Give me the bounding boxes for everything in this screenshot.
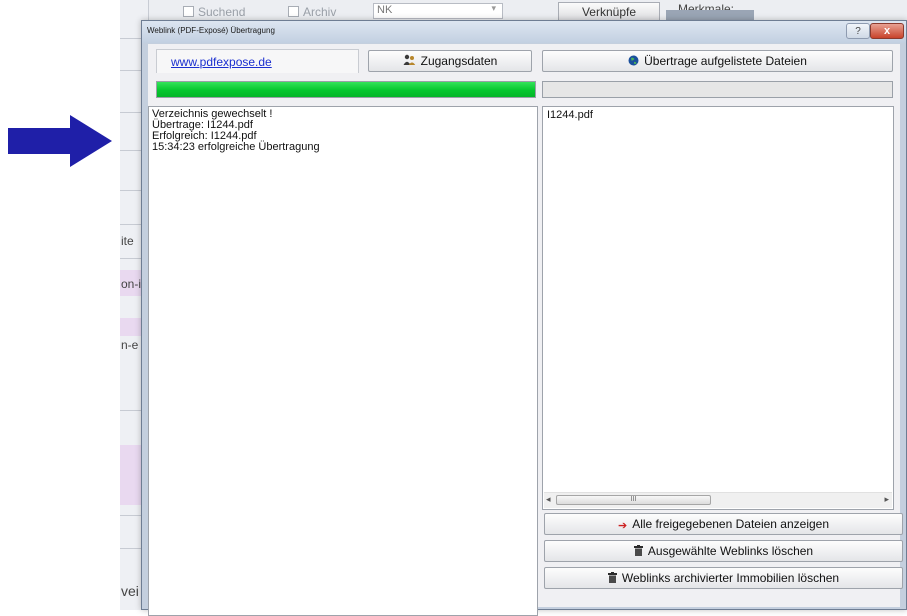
background-cut-text: ite (121, 234, 134, 248)
progress-bar-transfer (156, 81, 536, 98)
delete-selected-weblinks-button[interactable]: Ausgewählte Weblinks löschen (544, 540, 903, 562)
globe-icon (628, 52, 639, 72)
show-all-released-files-button[interactable]: ➔ Alle freigegebenen Dateien anzeigen (544, 513, 903, 535)
merkmale-field (666, 10, 754, 20)
filter-suchend-checkbox[interactable]: Suchend (183, 5, 245, 19)
help-button[interactable]: ? (846, 23, 870, 39)
filter-archiv-checkbox[interactable]: Archiv (288, 5, 336, 19)
chevron-down-icon: ▾ (491, 3, 496, 13)
checkbox-box (183, 6, 194, 17)
dialog-titlebar[interactable]: Weblink (PDF-Exposé) Übertragung ? x (142, 21, 906, 43)
scroll-right-icon[interactable]: ▸ (884, 494, 889, 505)
delete-archived-weblinks-button[interactable]: Weblinks archivierter Immobilien löschen (544, 567, 903, 589)
list-item[interactable]: I1244.pdf (547, 109, 893, 121)
log-textbox[interactable]: Verzeichnis gewechselt ! Übertrage: I124… (148, 106, 538, 616)
uebertrage-label: Übertrage aufgelistete Dateien (644, 54, 807, 68)
progress-bar-secondary (542, 81, 893, 98)
checkbox-box (288, 6, 299, 17)
background-cut-text: on-i (121, 277, 142, 291)
zugangsdaten-label: Zugangsdaten (420, 54, 498, 68)
arrow-right-icon: ➔ (617, 520, 628, 532)
file-listbox[interactable]: I1244.pdf ◂ III ▸ (542, 106, 894, 510)
filter-suchend-label: Suchend (198, 5, 246, 19)
horizontal-scrollbar[interactable]: ◂ III ▸ (544, 492, 892, 508)
dialog-client-area: www.pdfexpose.de Zugangsdaten Übertrage … (148, 44, 903, 616)
verknuepfe-button[interactable]: Verknüpfe (558, 2, 660, 22)
background-cut-text: vei (121, 583, 139, 599)
url-box: www.pdfexpose.de (156, 49, 359, 73)
zugangsdaten-button[interactable]: Zugangsdaten (368, 50, 532, 72)
show-all-label: Alle freigegebenen Dateien anzeigen (632, 517, 830, 531)
scroll-left-icon[interactable]: ◂ (546, 494, 551, 505)
delete-selected-label: Ausgewählte Weblinks löschen (647, 544, 814, 558)
scrollbar-thumb[interactable]: III (556, 495, 711, 505)
progress-fill (157, 82, 535, 97)
uebertrage-button[interactable]: Übertrage aufgelistete Dateien (542, 50, 893, 72)
dialog-title: Weblink (PDF-Exposé) Übertragung (147, 26, 275, 35)
trash-icon (633, 542, 643, 562)
background-toolbar: Suchend Archiv NK ▾ Verknüpfe Merkmale: (148, 0, 907, 22)
combo-value: NK (377, 4, 393, 16)
trash-icon (607, 569, 617, 589)
users-key-icon (403, 52, 416, 72)
close-button[interactable]: x (870, 23, 904, 39)
weblink-dialog: Weblink (PDF-Exposé) Übertragung ? x www… (141, 20, 907, 616)
background-cut-text: n-e (121, 338, 139, 352)
annotation-arrow-icon (8, 115, 112, 167)
log-line: 15:34:23 erfolgreiche Übertragung (152, 141, 320, 153)
pdfexpose-link[interactable]: www.pdfexpose.de (171, 55, 272, 69)
filter-archiv-label: Archiv (303, 5, 337, 19)
delete-archived-label: Weblinks archivierter Immobilien löschen (621, 571, 840, 585)
background-combo[interactable]: NK ▾ (373, 3, 503, 19)
